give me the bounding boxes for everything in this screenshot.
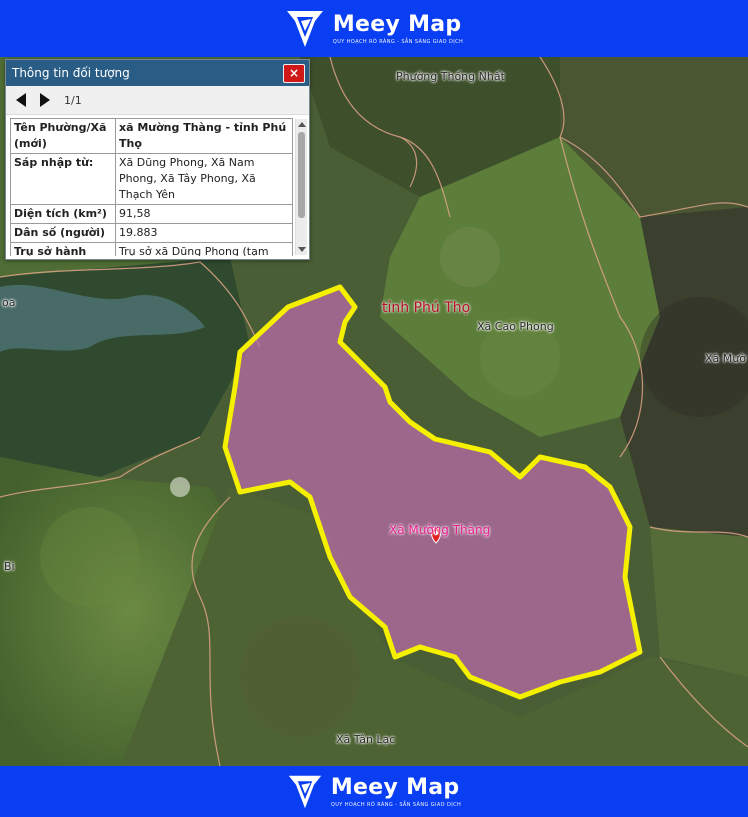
table-row: Tên Phường/Xã (mới) xã Mường Thàng - tỉn… <box>10 118 293 154</box>
scroll-thumb[interactable] <box>298 132 305 218</box>
label-phuong-thong-nhat: Phường Thống Nhất <box>396 70 505 83</box>
arrow-left-icon[interactable] <box>16 93 26 107</box>
footer-bar: Meey Map QUY HOẠCH RÕ RÀNG - SẴN SÀNG GI… <box>0 766 748 817</box>
table-row: Diện tích (km²) 91,58 <box>10 204 293 224</box>
label-xa-muong-thang: Xã Mường Thàng <box>389 523 491 537</box>
label-left-bi: Bi <box>4 560 15 573</box>
panel-body[interactable]: Tên Phường/Xã (mới) xã Mường Thàng - tỉn… <box>10 118 295 256</box>
label-xa-muong-right: Xã Mườ <box>705 352 746 365</box>
scroll-up-icon[interactable] <box>298 122 306 127</box>
row-key: Dân số (người) <box>10 223 116 243</box>
panel-header: Thông tin đối tượng × <box>6 60 309 86</box>
footer-brand-logo[interactable]: Meey Map QUY HOẠCH RÕ RÀNG - SẴN SÀNG GI… <box>287 772 461 812</box>
pager-count: 1/1 <box>64 93 82 107</box>
meey-logo-icon <box>286 10 323 47</box>
label-tinh-phu-tho: tỉnh Phú Thọ <box>382 300 471 316</box>
meey-logo-icon <box>288 775 322 808</box>
table-row: Dân số (người) 19.883 <box>10 223 293 243</box>
close-icon: × <box>288 66 300 80</box>
scroll-down-icon[interactable] <box>298 247 306 252</box>
arrow-right-icon[interactable] <box>40 93 50 107</box>
row-value: Xã Dũng Phong, Xã Nam Phong, Xã Tây Phon… <box>115 153 293 205</box>
label-xa-cao-phong: Xã Cao Phong <box>477 320 554 333</box>
row-value: Trụ sở xã Dũng Phong (tạm thời sử dụng t… <box>115 242 293 256</box>
header-bar: Meey Map QUY HOẠCH RÕ RÀNG - SẴN SÀNG GI… <box>0 0 748 57</box>
row-value: 91,58 <box>115 204 293 224</box>
row-value: 19.883 <box>115 223 293 243</box>
brand-name: Meey Map <box>332 11 462 37</box>
brand-logo[interactable]: Meey Map QUY HOẠCH RÕ RÀNG - SẴN SÀNG GI… <box>285 7 463 51</box>
panel-pager: 1/1 <box>6 86 309 115</box>
row-key: Sáp nhập từ: <box>10 153 116 205</box>
footer-brand-tagline: QUY HOẠCH RÕ RÀNG - SẴN SÀNG GIAO DỊCH <box>330 801 462 808</box>
row-key: Trụ sở hành chính (mới) <box>10 242 116 256</box>
info-table: Tên Phường/Xã (mới) xã Mường Thàng - tỉn… <box>10 118 293 256</box>
table-row: Trụ sở hành chính (mới) Trụ sở xã Dũng P… <box>10 242 293 256</box>
panel-scrollbar[interactable] <box>295 119 307 255</box>
row-key: Tên Phường/Xã (mới) <box>10 118 116 154</box>
row-value: xã Mường Thàng - tỉnh Phú Thọ <box>115 118 293 154</box>
table-row: Sáp nhập từ: Xã Dũng Phong, Xã Nam Phong… <box>10 153 293 205</box>
close-button[interactable]: × <box>283 64 305 83</box>
label-xa-tan-lac: Xã Tân Lạc <box>336 733 396 746</box>
footer-brand-name: Meey Map <box>330 774 460 800</box>
brand-tagline: QUY HOẠCH RÕ RÀNG - SẴN SÀNG GIAO DỊCH <box>332 38 464 45</box>
row-key: Diện tích (km²) <box>10 204 116 224</box>
label-left-oa: oa <box>2 296 16 309</box>
panel-title: Thông tin đối tượng <box>12 66 130 80</box>
object-info-panel: Thông tin đối tượng × 1/1 Tên Phường/Xã … <box>5 59 310 260</box>
